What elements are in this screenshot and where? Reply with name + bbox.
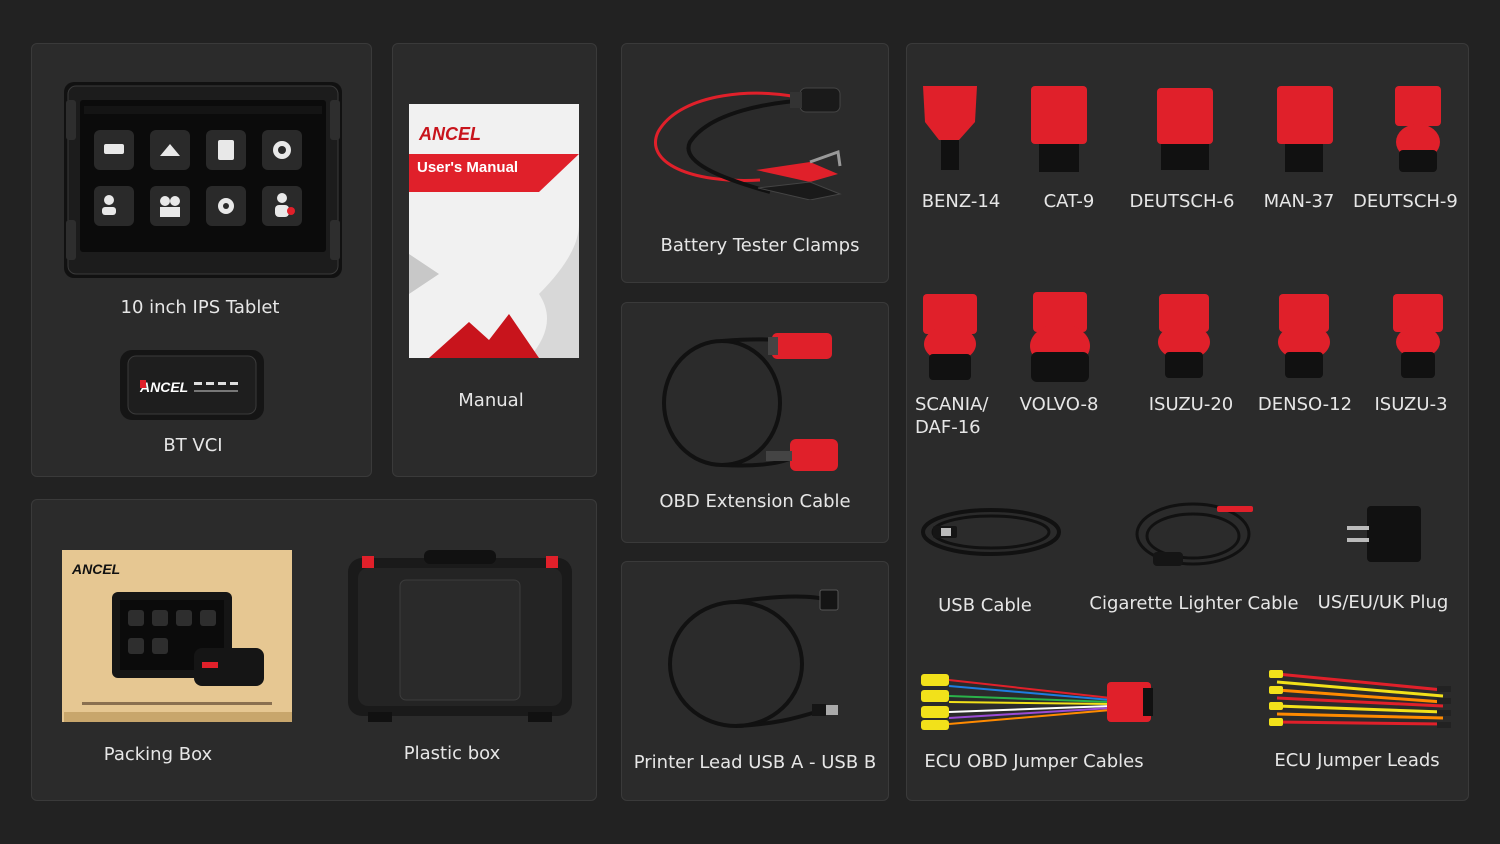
battery-clamps-image xyxy=(654,87,842,200)
scania-daf-16-connector-image xyxy=(923,294,977,380)
tablet-panel: 10 inch IPS Tablet ANCEL BT VCI xyxy=(31,43,372,477)
ecu-obd-jumper-cables-image xyxy=(921,674,1153,730)
boxes-panel: ANCEL Packing Box Plastic box xyxy=(31,499,597,801)
vci-image: ANCEL xyxy=(120,350,264,420)
printer-lead-panel: Printer Lead USB A - USB B xyxy=(621,561,889,801)
isuzu-3-label: ISUZU-3 xyxy=(1374,394,1448,415)
manual-panel: ANCEL User's Manual Manual xyxy=(392,43,597,477)
us-eu-uk-plug-image xyxy=(1347,506,1421,562)
battery-clamps-label: Battery Tester Clamps xyxy=(660,235,860,256)
man-37-connector-image xyxy=(1277,86,1333,172)
cigarette-lighter-cable-image xyxy=(1135,502,1253,566)
packing-box-label: Packing Box xyxy=(103,744,213,765)
isuzu-20-label: ISUZU-20 xyxy=(1148,394,1234,415)
isuzu-3-connector-image xyxy=(1393,294,1443,378)
vci-label: BT VCI xyxy=(163,435,223,456)
svg-text:ANCEL: ANCEL xyxy=(418,124,481,144)
man-37-label: MAN-37 xyxy=(1263,191,1335,212)
plug-label: US/EU/UK Plug xyxy=(1317,592,1449,613)
svg-text:User's Manual: User's Manual xyxy=(417,159,518,176)
obd-extension-label: OBD Extension Cable xyxy=(659,491,851,512)
usb-cable-label: USB Cable xyxy=(938,595,1032,616)
volvo-8-label: VOLVO-8 xyxy=(1019,394,1099,415)
denso-12-connector-image xyxy=(1278,294,1330,378)
tablet-label: 10 inch IPS Tablet xyxy=(120,297,280,318)
ecu-jumper-leads-image xyxy=(1269,670,1451,728)
benz-14-connector-image xyxy=(923,86,977,170)
benz-14-label: BENZ-14 xyxy=(921,191,1001,212)
packing-box-image: ANCEL xyxy=(62,550,292,722)
manual-image: ANCEL User's Manual xyxy=(409,104,579,358)
ecu-jumper-leads-label: ECU Jumper Leads xyxy=(1274,750,1440,771)
tablet-image xyxy=(64,82,342,278)
isuzu-20-connector-image xyxy=(1158,294,1210,378)
printer-lead-label: Printer Lead USB A - USB B xyxy=(633,752,877,773)
svg-text:ANCEL: ANCEL xyxy=(139,379,188,395)
plastic-box-image xyxy=(348,550,572,722)
connectors-panel: BENZ-14 CAT-9 DEUTSCH-6 MAN-37 DEUTSCH-9… xyxy=(906,43,1469,801)
battery-clamps-panel: Battery Tester Clamps xyxy=(621,43,889,283)
manual-label: Manual xyxy=(458,390,524,411)
cigarette-lighter-cable-label: Cigarette Lighter Cable xyxy=(1089,593,1299,614)
deutsch-9-connector-image xyxy=(1395,86,1441,172)
deutsch-6-label: DEUTSCH-6 xyxy=(1129,191,1235,212)
obd-extension-panel: OBD Extension Cable xyxy=(621,302,889,543)
printer-lead-image xyxy=(668,589,839,728)
obd-extension-image xyxy=(662,333,838,471)
plastic-box-label: Plastic box xyxy=(403,743,501,764)
cat-9-connector-image xyxy=(1031,86,1087,172)
deutsch-6-connector-image xyxy=(1157,88,1213,170)
ecu-obd-jumper-cables-label: ECU OBD Jumper Cables xyxy=(924,751,1144,772)
usb-cable-image xyxy=(921,508,1061,556)
volvo-8-connector-image xyxy=(1030,292,1090,382)
svg-text:ANCEL: ANCEL xyxy=(71,561,120,577)
scania-daf-16-label: SCANIA/ DAF-16 xyxy=(915,394,989,438)
cat-9-label: CAT-9 xyxy=(1043,191,1095,212)
deutsch-9-label: DEUTSCH-9 xyxy=(1353,191,1458,212)
denso-12-label: DENSO-12 xyxy=(1257,394,1353,415)
